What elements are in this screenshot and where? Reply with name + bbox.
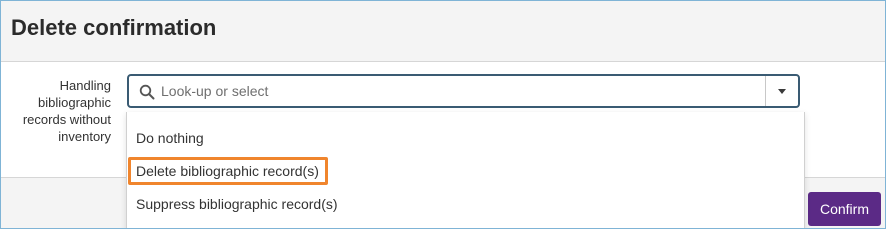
select-toggle-button[interactable] bbox=[765, 76, 798, 106]
field-label: Handling bibliographic records without i… bbox=[22, 78, 111, 144]
option-label: Delete bibliographic record(s) bbox=[136, 163, 319, 179]
option-do-nothing[interactable]: Do nothing bbox=[127, 123, 802, 153]
option-label: Do nothing bbox=[136, 130, 204, 146]
option-delete-bibliographic-records[interactable]: Delete bibliographic record(s) bbox=[127, 156, 802, 186]
dialog-header: Delete confirmation bbox=[1, 1, 885, 62]
option-label: Suppress bibliographic record(s) bbox=[136, 196, 338, 212]
dropdown-list: Do nothing Delete bibliographic record(s… bbox=[126, 112, 805, 228]
option-suppress-bibliographic-records[interactable]: Suppress bibliographic record(s) bbox=[127, 189, 802, 219]
select-search-input[interactable] bbox=[161, 81, 761, 101]
dialog-window: Delete confirmation Handling bibliograph… bbox=[0, 0, 886, 229]
dialog-title: Delete confirmation bbox=[11, 15, 217, 40]
confirm-button[interactable]: Confirm bbox=[808, 192, 881, 226]
handling-select[interactable] bbox=[127, 74, 800, 108]
search-icon bbox=[139, 84, 155, 100]
chevron-down-icon bbox=[778, 89, 786, 94]
